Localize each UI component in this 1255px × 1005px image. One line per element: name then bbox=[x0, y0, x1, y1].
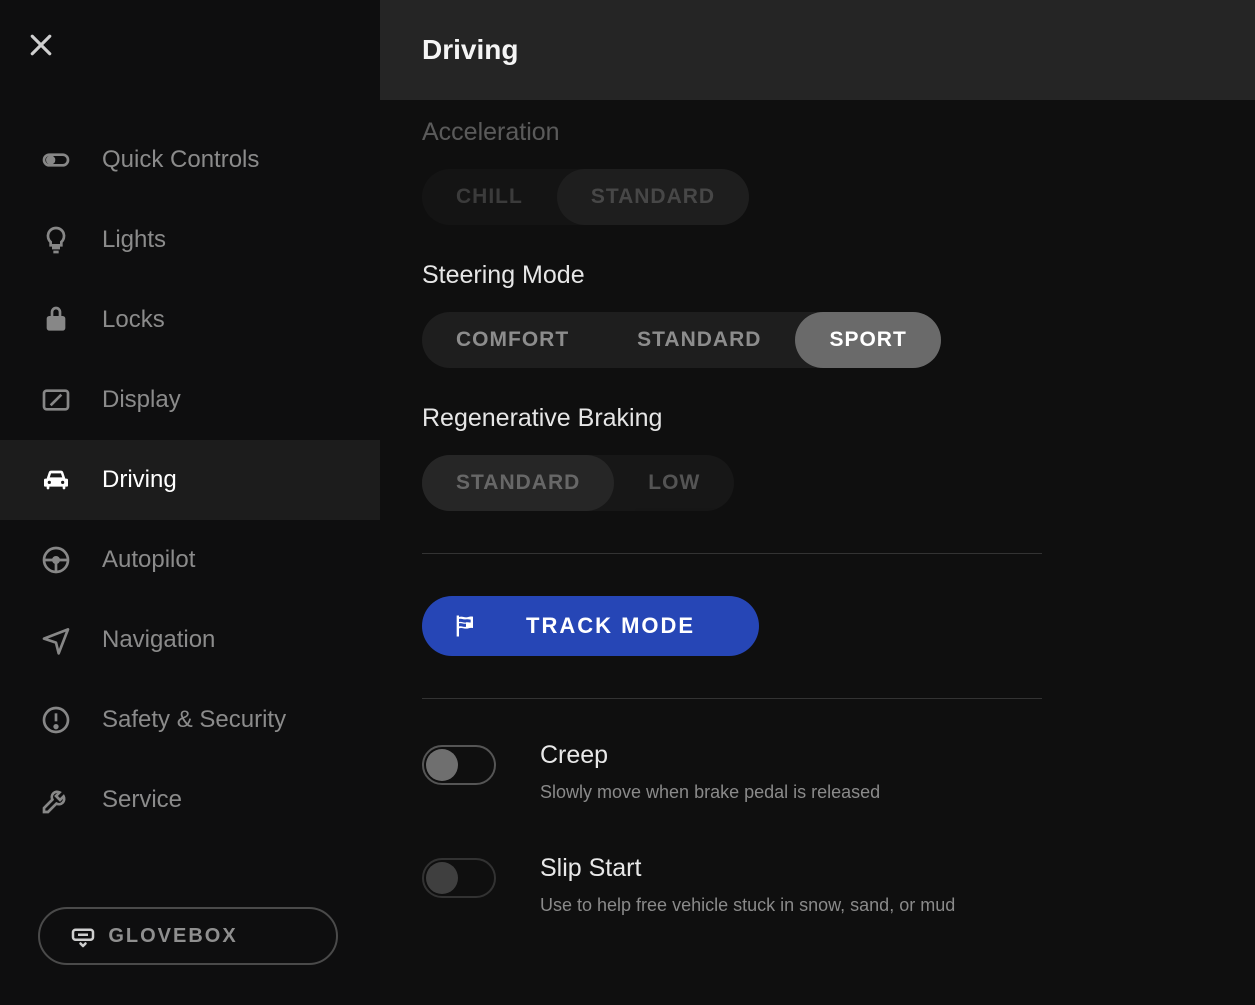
section-title-regen: Regenerative Braking bbox=[422, 404, 1213, 433]
acceleration-option-standard[interactable]: STANDARD bbox=[557, 169, 749, 225]
sidebar-item-label: Display bbox=[102, 386, 181, 414]
divider bbox=[422, 698, 1042, 699]
steering-option-standard[interactable]: STANDARD bbox=[603, 312, 795, 368]
acceleration-option-chill[interactable]: CHILL bbox=[422, 169, 557, 225]
section-title-acceleration: Acceleration bbox=[422, 118, 1213, 147]
toggle-row-slip-start: Slip Start Use to help free vehicle stuc… bbox=[422, 854, 1213, 917]
page-title: Driving bbox=[422, 34, 518, 66]
lock-icon bbox=[40, 304, 72, 336]
glovebox-button[interactable]: GLOVEBOX bbox=[38, 907, 338, 965]
sidebar-item-autopilot[interactable]: Autopilot bbox=[0, 520, 380, 600]
sidebar-item-display[interactable]: Display bbox=[0, 360, 380, 440]
glovebox-icon bbox=[68, 921, 98, 951]
regen-option-standard[interactable]: STANDARD bbox=[422, 455, 614, 511]
steering-segmented: COMFORT STANDARD SPORT bbox=[422, 312, 941, 368]
sidebar-item-navigation[interactable]: Navigation bbox=[0, 600, 380, 680]
sidebar-item-label: Driving bbox=[102, 466, 177, 494]
regen-option-low[interactable]: LOW bbox=[614, 455, 734, 511]
toggle-text: Slip Start Use to help free vehicle stuc… bbox=[540, 854, 955, 917]
main: Driving Acceleration CHILL STANDARD Stee… bbox=[380, 0, 1255, 1005]
close-icon[interactable] bbox=[26, 30, 56, 60]
toggle-slip-start[interactable] bbox=[422, 858, 496, 898]
sidebar-item-label: Service bbox=[102, 786, 182, 814]
toggle-knob bbox=[426, 862, 458, 894]
content: Acceleration CHILL STANDARD Steering Mod… bbox=[380, 100, 1255, 1005]
sidebar-item-label: Autopilot bbox=[102, 546, 195, 574]
sidebar-nav: Quick Controls Lights Locks bbox=[0, 120, 380, 883]
toggle-desc-slip: Use to help free vehicle stuck in snow, … bbox=[540, 893, 955, 917]
section-steering-mode: Steering Mode COMFORT STANDARD SPORT bbox=[422, 261, 1213, 368]
sidebar-item-locks[interactable]: Locks bbox=[0, 280, 380, 360]
header: Driving bbox=[380, 0, 1255, 100]
sidebar-item-quick-controls[interactable]: Quick Controls bbox=[0, 120, 380, 200]
bulb-icon bbox=[40, 224, 72, 256]
track-mode-label: TRACK MODE bbox=[506, 613, 715, 639]
checkered-flag-icon bbox=[452, 612, 480, 640]
toggle-row-creep: Creep Slowly move when brake pedal is re… bbox=[422, 741, 1213, 804]
toggle-title-slip: Slip Start bbox=[540, 854, 955, 883]
acceleration-segmented: CHILL STANDARD bbox=[422, 169, 749, 225]
toggle-title-creep: Creep bbox=[540, 741, 880, 770]
sidebar-item-label: Lights bbox=[102, 226, 166, 254]
sidebar-item-safety-security[interactable]: Safety & Security bbox=[0, 680, 380, 760]
sidebar-item-label: Navigation bbox=[102, 626, 215, 654]
steering-option-comfort[interactable]: COMFORT bbox=[422, 312, 603, 368]
car-icon bbox=[40, 464, 72, 496]
sidebar-item-service[interactable]: Service bbox=[0, 760, 380, 840]
section-acceleration: Acceleration CHILL STANDARD bbox=[422, 118, 1213, 225]
regen-segmented: STANDARD LOW bbox=[422, 455, 734, 511]
sidebar-item-label: Locks bbox=[102, 306, 165, 334]
wrench-icon bbox=[40, 784, 72, 816]
steering-wheel-icon bbox=[40, 544, 72, 576]
sidebar-footer: GLOVEBOX bbox=[0, 883, 380, 1005]
toggle-knob bbox=[426, 749, 458, 781]
divider bbox=[422, 553, 1042, 554]
sidebar-item-label: Quick Controls bbox=[102, 146, 259, 174]
track-mode-button[interactable]: TRACK MODE bbox=[422, 596, 759, 656]
toggle-creep[interactable] bbox=[422, 745, 496, 785]
sidebar-item-lights[interactable]: Lights bbox=[0, 200, 380, 280]
toggle-desc-creep: Slowly move when brake pedal is released bbox=[540, 780, 880, 804]
alert-circle-icon bbox=[40, 704, 72, 736]
sidebar-item-driving[interactable]: Driving bbox=[0, 440, 380, 520]
navigation-arrow-icon bbox=[40, 624, 72, 656]
display-icon bbox=[40, 384, 72, 416]
toggle-text: Creep Slowly move when brake pedal is re… bbox=[540, 741, 880, 804]
section-title-steering: Steering Mode bbox=[422, 261, 1213, 290]
toggle-icon bbox=[40, 144, 72, 176]
section-regenerative-braking: Regenerative Braking STANDARD LOW bbox=[422, 404, 1213, 511]
sidebar: Quick Controls Lights Locks bbox=[0, 0, 380, 1005]
steering-option-sport[interactable]: SPORT bbox=[795, 312, 940, 368]
sidebar-item-label: Safety & Security bbox=[102, 706, 286, 734]
